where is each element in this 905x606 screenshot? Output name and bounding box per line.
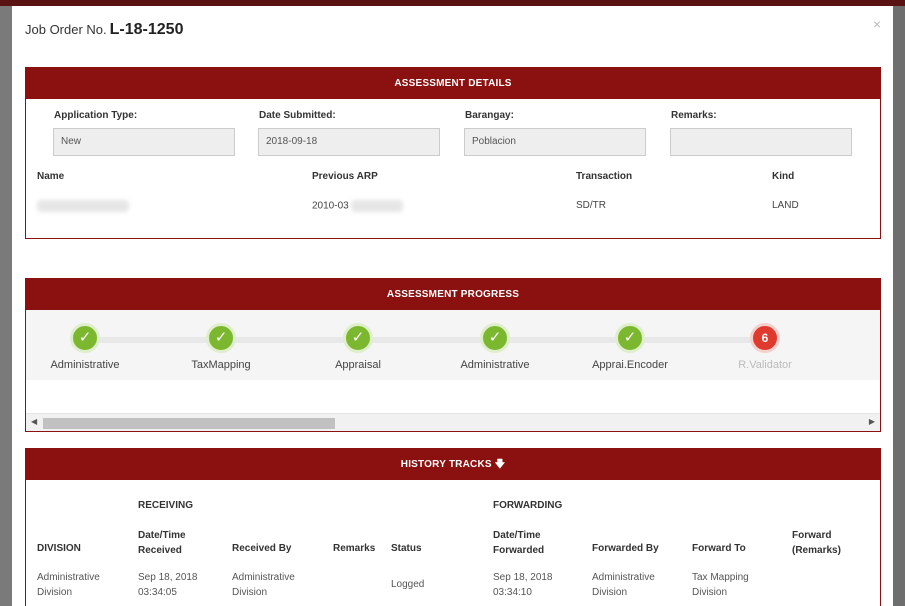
remarks-input[interactable]: [670, 128, 852, 156]
status-column-header: Status: [391, 543, 422, 554]
progress-step-label: Administrative: [460, 359, 530, 371]
background-page: [0, 6, 12, 606]
date-forwarded-column-header: Date/Time Forwarded: [493, 528, 544, 558]
progress-step-label: Administrative: [50, 359, 120, 371]
division-line2: Division: [37, 587, 73, 598]
history-forwarded-by-cell: Administrative Division: [592, 570, 655, 600]
history-tracks-header[interactable]: HISTORY TRACKS 🡇: [26, 449, 880, 480]
receiving-group-header: RECEIVING: [138, 500, 194, 511]
transaction-value: SD/TR: [576, 200, 606, 211]
received-by-line1: Administrative: [232, 572, 295, 583]
scrollbar-thumb[interactable]: [43, 418, 335, 429]
remarks-field: Remarks:: [670, 110, 852, 156]
modal-header: Job Order No. L-18-1250 ×: [12, 6, 893, 56]
assessment-progress-header: ASSESSMENT PROGRESS: [26, 279, 880, 310]
progress-step-label: TaxMapping: [191, 359, 251, 371]
forwarded-by-line1: Administrative: [592, 572, 655, 583]
check-icon: ✓: [70, 323, 100, 353]
forward-to-column-header: Forward To: [692, 543, 746, 554]
application-type-label: Application Type:: [54, 110, 138, 121]
division-line1: Administrative: [37, 572, 100, 583]
forward-to-line2: Division: [692, 587, 728, 598]
forward-remarks-column-header: Forward (Remarks): [792, 528, 841, 558]
progress-tracker: ✓ Administrative ✓ TaxMapping ✓ Appraisa…: [26, 310, 880, 380]
scroll-right-icon[interactable]: ▶: [869, 417, 875, 426]
modal-title: Job Order No. L-18-1250: [25, 21, 183, 39]
date-forwarded-header-line1: Date/Time: [493, 530, 541, 541]
progress-step-appraisal: ✓ Appraisal: [303, 310, 413, 371]
progress-step-administrative: ✓ Administrative: [30, 310, 140, 371]
redacted-name: [37, 200, 129, 212]
forwarded-by-line2: Division: [592, 587, 628, 598]
assessment-details-panel: ASSESSMENT DETAILS Application Type: New…: [25, 67, 881, 239]
job-order-modal: Job Order No. L-18-1250 × ASSESSMENT DETA…: [12, 6, 893, 606]
history-tracks-title: HISTORY TRACKS: [400, 459, 492, 470]
check-icon: ✓: [343, 323, 373, 353]
date-submitted-field: Date Submitted: 2018-09-18: [258, 110, 440, 156]
progress-step-label: R.Validator: [738, 359, 792, 371]
forwarding-group-header: FORWARDING: [493, 500, 563, 511]
close-icon[interactable]: ×: [873, 16, 881, 32]
progress-step-label: Apprai.Encoder: [592, 359, 668, 371]
barangay-label: Barangay:: [465, 110, 514, 121]
date-forwarded-header-line2: Forwarded: [493, 545, 545, 556]
horizontal-scrollbar[interactable]: ◀ ▶: [26, 413, 880, 431]
forward-remarks-header-line1: Forward: [792, 530, 832, 541]
arrow-down-icon: 🡇: [494, 459, 506, 470]
previous-arp-column-header: Previous ARP: [312, 171, 378, 182]
previous-arp-text: 2010-03: [312, 200, 349, 212]
application-type-field: Application Type: New: [53, 110, 235, 156]
date-received-header-line2: Received: [138, 545, 182, 556]
history-tracks-panel: HISTORY TRACKS 🡇 RECEIVING FORWARDING DI…: [25, 448, 881, 606]
history-division-cell: Administrative Division: [37, 570, 100, 600]
forwarded-time: 03:34:10: [493, 587, 532, 598]
received-time: 03:34:05: [138, 587, 177, 598]
scroll-left-icon[interactable]: ◀: [31, 417, 37, 426]
received-by-column-header: Received By: [232, 543, 292, 554]
progress-step-r-validator: 6 R.Validator: [710, 310, 820, 371]
forwarded-date: Sep 18, 2018: [493, 572, 553, 583]
history-received-date-cell: Sep 18, 2018 03:34:05: [138, 570, 198, 600]
date-submitted-input[interactable]: 2018-09-18: [258, 128, 440, 156]
date-submitted-label: Date Submitted:: [259, 110, 336, 121]
redacted-arp: [351, 200, 404, 212]
previous-arp-value: 2010-03: [312, 200, 404, 212]
job-order-number: L-18-1250: [109, 21, 184, 38]
job-order-label: Job Order No.: [25, 22, 107, 37]
kind-value: LAND: [772, 200, 799, 211]
history-forward-to-cell: Tax Mapping Division: [692, 570, 749, 600]
barangay-input[interactable]: Poblacion: [464, 128, 646, 156]
forward-remarks-header-line2: (Remarks): [792, 545, 841, 556]
received-by-line2: Division: [232, 587, 268, 598]
progress-step-taxmapping: ✓ TaxMapping: [166, 310, 276, 371]
history-status-cell: Logged: [391, 579, 425, 590]
step-number-badge: 6: [750, 323, 780, 353]
history-forwarded-date-cell: Sep 18, 2018 03:34:10: [493, 570, 553, 600]
forwarded-by-column-header: Forwarded By: [592, 543, 659, 554]
barangay-field: Barangay: Poblacion: [464, 110, 646, 156]
date-received-column-header: Date/Time Received: [138, 528, 186, 558]
check-icon: ✓: [480, 323, 510, 353]
history-received-by-cell: Administrative Division: [232, 570, 295, 600]
received-date: Sep 18, 2018: [138, 572, 198, 583]
transaction-column-header: Transaction: [576, 171, 633, 182]
name-column-header: Name: [37, 171, 65, 182]
progress-step-label: Appraisal: [335, 359, 381, 371]
check-icon: ✓: [206, 323, 236, 353]
assessment-details-header: ASSESSMENT DETAILS: [26, 68, 880, 99]
remarks-column-header: Remarks: [333, 543, 376, 554]
application-type-input[interactable]: New: [53, 128, 235, 156]
kind-column-header: Kind: [772, 171, 795, 182]
remarks-label: Remarks:: [671, 110, 717, 121]
name-value: [37, 200, 129, 212]
progress-step-apprai-encoder: ✓ Apprai.Encoder: [575, 310, 685, 371]
date-received-header-line1: Date/Time: [138, 530, 186, 541]
progress-step-administrative-2: ✓ Administrative: [440, 310, 550, 371]
forward-to-line1: Tax Mapping: [692, 572, 749, 583]
check-icon: ✓: [615, 323, 645, 353]
assessment-progress-panel: ASSESSMENT PROGRESS ✓ Administrative ✓ T…: [25, 278, 881, 432]
division-column-header: DIVISION: [37, 543, 81, 554]
